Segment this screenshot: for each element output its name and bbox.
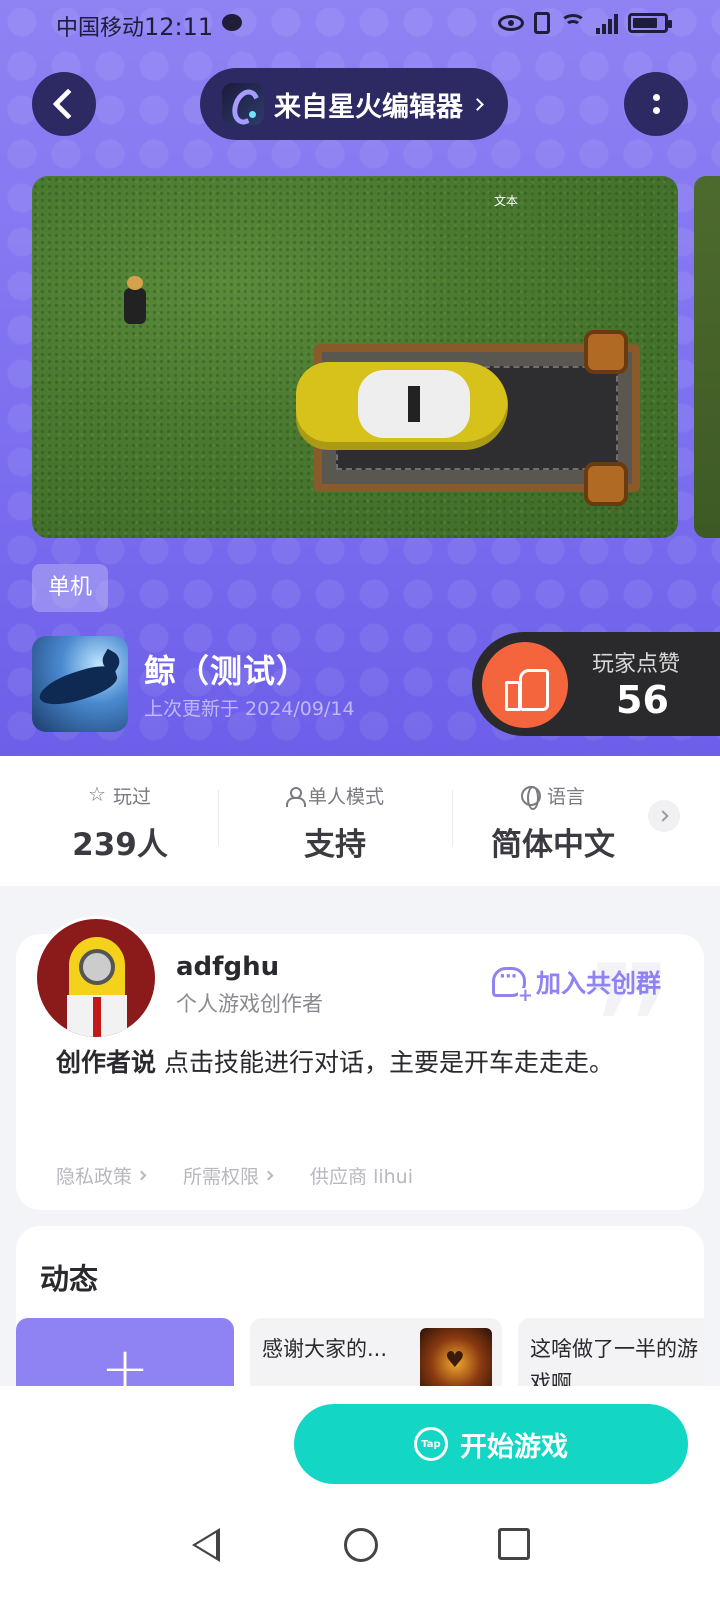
join-group-button[interactable]: 加入共创群 xyxy=(492,964,662,1004)
back-button[interactable] xyxy=(32,72,96,136)
chevron-left-icon xyxy=(52,88,84,120)
chevron-right-icon xyxy=(136,1170,147,1181)
game-screenshot[interactable]: 文本 xyxy=(32,176,678,538)
hero-header: 中国移动12:11 来自星火编辑器 文本 单机 鲸（测试） 上次更新于 2024… xyxy=(0,0,720,756)
divider xyxy=(218,790,219,846)
nav-home-icon[interactable] xyxy=(344,1528,378,1562)
post-text: 这啥做了一半的游戏啊 xyxy=(530,1337,698,1386)
start-game-button[interactable]: Tap 开始游戏 xyxy=(294,1404,688,1484)
privacy-policy-label: 隐私政策 xyxy=(56,1166,133,1188)
divider xyxy=(452,790,453,846)
likes-card: 玩家点赞 56 xyxy=(472,632,720,736)
carrier-name: 中国移动 xyxy=(56,16,145,41)
privacy-policy-link[interactable]: 隐私政策 xyxy=(56,1162,147,1189)
post-text: 感谢大家的... xyxy=(262,1337,388,1361)
nav-back-icon[interactable] xyxy=(192,1528,220,1562)
stat-label: 语言 xyxy=(546,786,585,808)
dynamic-title: 动态 xyxy=(40,1262,99,1296)
post-card[interactable]: 这啥做了一半的游戏啊 xyxy=(518,1318,704,1386)
like-button[interactable] xyxy=(482,642,568,728)
stats-more-button[interactable] xyxy=(648,800,680,832)
add-post-button[interactable]: + xyxy=(16,1318,234,1386)
post-card[interactable]: 感谢大家的... xyxy=(250,1318,502,1386)
thumbs-up-icon xyxy=(505,665,549,711)
bottom-bar: Tap 开始游戏 xyxy=(0,1386,720,1600)
globe-icon xyxy=(520,785,541,810)
vibrate-icon xyxy=(534,12,550,34)
wifi-icon xyxy=(560,12,586,34)
tag-single-player[interactable]: 单机 xyxy=(32,564,109,612)
editor-logo-icon xyxy=(222,83,264,125)
post-thumbnail xyxy=(420,1328,492,1386)
creator-links: 隐私政策 所需权限 供应商 lihui xyxy=(56,1162,413,1189)
chevron-right-icon xyxy=(263,1170,274,1181)
pad-corner xyxy=(584,330,628,374)
nav-recents-icon[interactable] xyxy=(498,1528,530,1560)
likes-label: 玩家点赞 xyxy=(592,652,681,677)
creator-name[interactable]: adfghu xyxy=(176,952,279,982)
group-chat-icon xyxy=(492,966,533,1004)
taptap-logo-icon: Tap xyxy=(414,1427,448,1461)
next-screenshot-preview[interactable] xyxy=(694,176,720,538)
message-icon xyxy=(222,14,242,31)
permissions-label: 所需权限 xyxy=(183,1166,260,1188)
taxi-car xyxy=(296,362,508,450)
source-label: 来自星火编辑器 xyxy=(274,91,463,123)
creator-says-label: 创作者说 xyxy=(56,1048,157,1077)
status-carrier: 中国移动12:11 xyxy=(56,10,213,42)
pad-corner xyxy=(584,462,628,506)
game-updated-date: 上次更新于 2024/09/14 xyxy=(144,698,355,720)
person-icon xyxy=(285,786,306,807)
game-title: 鲸（测试） xyxy=(144,652,310,690)
status-bar: 中国移动12:11 xyxy=(0,0,720,50)
stat-label: 单人模式 xyxy=(307,786,384,808)
supplier-info: 供应商 lihui xyxy=(310,1162,413,1189)
screenshot-overlay-text: 文本 xyxy=(494,194,519,208)
eye-icon xyxy=(498,15,524,31)
creator-role: 个人游戏创作者 xyxy=(176,992,323,1016)
creator-avatar[interactable] xyxy=(34,916,158,1040)
supplier-label: 供应商 lihui xyxy=(310,1166,413,1188)
more-vertical-icon xyxy=(652,94,660,114)
stat-value: 简体中文 xyxy=(491,827,615,863)
stat-language: 语言 简体中文 xyxy=(478,782,628,864)
dynamic-section: 动态 + 感谢大家的... 这啥做了一半的游戏啊 xyxy=(16,1226,704,1386)
stat-value: 支持 xyxy=(304,827,366,863)
plus-icon: + xyxy=(100,1334,150,1386)
chevron-right-icon xyxy=(471,97,484,111)
join-group-label: 加入共创群 xyxy=(536,969,662,998)
stat-value: 239人 xyxy=(72,827,168,863)
system-nav-bar xyxy=(0,1506,720,1596)
game-icon xyxy=(32,636,128,732)
star-icon xyxy=(88,782,107,806)
stats-bar: 玩过 239人 单人模式 支持 语言 简体中文 xyxy=(0,756,720,886)
source-editor-button[interactable]: 来自星火编辑器 xyxy=(200,68,508,140)
likes-count: 56 xyxy=(616,678,669,722)
creator-says-text: 点击技能进行对话，主要是开车走走走。 xyxy=(163,1048,614,1077)
stat-label: 玩过 xyxy=(112,786,151,808)
status-time: 12:11 xyxy=(144,13,214,41)
stat-played: 玩过 239人 xyxy=(60,782,180,864)
player-character xyxy=(124,276,146,324)
status-icons xyxy=(498,12,672,34)
battery-icon xyxy=(628,13,672,33)
creator-statement: 创作者说 点击技能进行对话，主要是开车走走走。 xyxy=(56,1040,656,1086)
signal-icon xyxy=(596,12,618,34)
chevron-right-icon xyxy=(656,810,669,822)
permissions-link[interactable]: 所需权限 xyxy=(183,1162,274,1189)
start-game-label: 开始游戏 xyxy=(460,1431,568,1463)
more-options-button[interactable] xyxy=(624,72,688,136)
stat-single-mode: 单人模式 支持 xyxy=(270,782,400,864)
